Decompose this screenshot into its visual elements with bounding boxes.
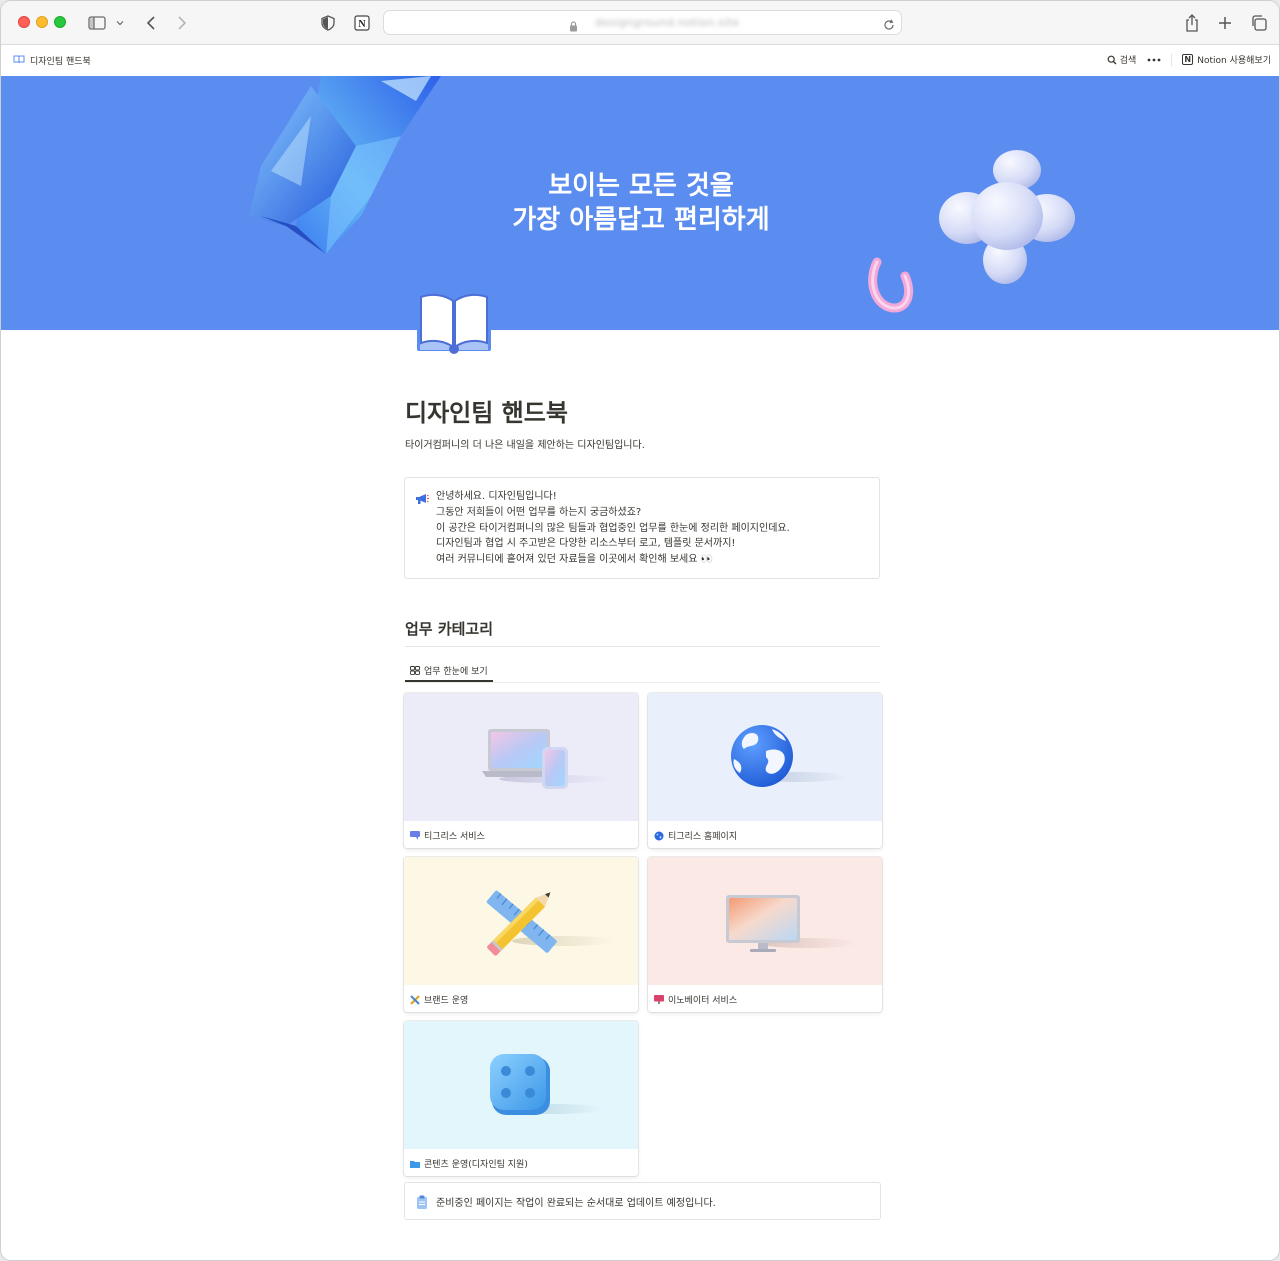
lock-icon: [569, 17, 578, 36]
topbar-actions: 검색 N Notion 사용해보기: [1107, 53, 1271, 66]
address-bar[interactable]: designground.notion.site: [383, 10, 902, 35]
globe-illustration: [731, 725, 848, 787]
search-button[interactable]: 검색: [1107, 53, 1137, 66]
divider: [405, 646, 880, 647]
search-label: 검색: [1119, 56, 1137, 66]
gallery-card-tigris-homepage[interactable]: 티그리스 홈페이지: [648, 693, 882, 848]
page-cover: 보이는 모든 것을 가장 아름답고 편리하게: [1, 76, 1279, 330]
callout-line: 디자인팀과 협업 시 주고받은 다양한 리소스부터 로고, 템플릿 문서까지!: [436, 538, 736, 550]
card-cover: [404, 1021, 638, 1149]
breadcrumb-label: 디자인팀 핸드북: [30, 57, 91, 67]
card-cover: [404, 693, 638, 821]
chevron-down-icon[interactable]: [114, 11, 126, 35]
monitor-illustration: [726, 895, 858, 952]
globe-icon: [654, 831, 664, 841]
cover-line-2: 가장 아름답고 편리하게: [512, 205, 770, 235]
pink-u-illustration: [868, 257, 913, 313]
callout-text: 안녕하세요. 디자인팀입니다! 그동안 저희들이 어떤 업무를 하는지 궁금하셨…: [436, 489, 790, 568]
search-icon: [1107, 55, 1117, 65]
card-label: 티그리스 홈페이지: [668, 832, 738, 842]
section-heading: 업무 카테고리: [405, 620, 494, 638]
browser-toolbar: N designground.notion.site: [1, 1, 1279, 45]
pencil-ruler-icon: [410, 994, 420, 1005]
card-cover: [404, 857, 638, 985]
tabs-overview-icon[interactable]: [1250, 11, 1268, 35]
gallery-card-innovator-service[interactable]: 이노베이터 서비스: [648, 857, 882, 1012]
gallery-icon: [410, 666, 420, 675]
share-icon[interactable]: [1183, 11, 1201, 35]
callout-line: 여러 커뮤니티에 흩어져 있던 자료들을 이곳에서 확인해 보세요 👀: [436, 554, 714, 566]
url-text: designground.notion.site: [595, 16, 740, 29]
card-title: 이노베이터 서비스: [654, 993, 737, 1006]
chat-icon: [410, 831, 420, 840]
sidebar-icon[interactable]: [87, 11, 107, 35]
laptop-phone-illustration: [482, 729, 609, 789]
page-title: 디자인팀 핸드북: [405, 399, 568, 427]
close-window-button[interactable]: [18, 16, 30, 28]
cover-line-1: 보이는 모든 것을: [548, 171, 734, 201]
notice-callout: 준비중인 페이지는 작업이 완료되는 순서대로 업데이트 예정입니다.: [404, 1182, 881, 1220]
pencil-ruler-illustration: [486, 890, 616, 956]
new-tab-icon[interactable]: [1216, 11, 1234, 35]
callout-line: 이 공간은 타이거컴퍼니의 많은 팀들과 협업중인 업무를 한눈에 정리한 페이…: [436, 522, 790, 534]
tab-gallery-view[interactable]: 업무 한눈에 보기: [405, 661, 493, 682]
open-book-icon[interactable]: [415, 291, 493, 355]
breadcrumb[interactable]: 디자인팀 핸드북: [13, 54, 91, 67]
card-label: 브랜드 운영: [424, 996, 469, 1006]
intro-callout: 안녕하세요. 디자인팀입니다! 그동안 저희들이 어떤 업무를 하는지 궁금하셨…: [404, 477, 880, 579]
clay-shape-illustration: [939, 150, 1075, 284]
card-label: 티그리스 서비스: [424, 832, 485, 842]
monitor-icon: [654, 995, 664, 1004]
notion-topbar: 디자인팀 핸드북 검색 N Notion 사용해보기: [1, 46, 1279, 76]
page-subtitle: 타이거컴퍼니의 더 나은 내일을 제안하는 디자인팀입니다.: [405, 440, 645, 451]
card-label: 콘텐츠 운영(디자인팀 지원): [424, 1160, 528, 1170]
folder-icon: [410, 1160, 420, 1168]
gallery-card-content-ops[interactable]: 콘텐츠 운영(디자인팀 지원): [404, 1021, 638, 1176]
try-notion-button[interactable]: N Notion 사용해보기: [1182, 53, 1271, 66]
divider: [1171, 53, 1173, 66]
try-notion-label: Notion 사용해보기: [1197, 56, 1271, 66]
browser-window: N designground.notion.site 디자인팀 핸드북 검색 N…: [0, 0, 1280, 1261]
glass-crystal-illustration: [249, 76, 441, 254]
card-title: 콘텐츠 운영(디자인팀 지원): [410, 1157, 528, 1170]
shield-icon[interactable]: [319, 11, 337, 35]
card-title: 티그리스 서비스: [410, 829, 485, 842]
clipboard-icon: [416, 1194, 428, 1213]
block-illustration: [490, 1054, 604, 1115]
notion-logo-icon: N: [1182, 54, 1194, 65]
card-cover: [648, 693, 882, 821]
minimize-window-button[interactable]: [36, 16, 48, 28]
svg-text:N: N: [358, 19, 366, 30]
divider: [405, 682, 880, 683]
gallery-card-brand[interactable]: 브랜드 운영: [404, 857, 638, 1012]
forward-icon[interactable]: [174, 11, 190, 35]
card-cover: [648, 857, 882, 985]
cover-headline: 보이는 모든 것을 가장 아름답고 편리하게: [441, 169, 841, 237]
ellipsis-icon[interactable]: [1147, 58, 1161, 62]
gallery-card-tigris-service[interactable]: 티그리스 서비스: [404, 693, 638, 848]
card-label: 이노베이터 서비스: [668, 996, 738, 1006]
card-title: 티그리스 홈페이지: [654, 829, 737, 842]
reload-icon[interactable]: [883, 16, 895, 35]
callout-line: 안녕하세요. 디자인팀입니다!: [436, 491, 557, 502]
open-book-icon: [13, 54, 25, 67]
zoom-window-button[interactable]: [54, 16, 66, 28]
notion-extension-icon[interactable]: N: [353, 11, 371, 35]
notice-text: 준비중인 페이지는 작업이 완료되는 순서대로 업데이트 예정입니다.: [436, 1198, 716, 1209]
callout-line: 그동안 저희들이 어떤 업무를 하는지 궁금하셨죠?: [436, 506, 642, 518]
card-title: 브랜드 운영: [410, 993, 468, 1006]
back-icon[interactable]: [143, 11, 159, 35]
megaphone-icon: [415, 490, 429, 509]
tab-label: 업무 한눈에 보기: [424, 667, 488, 677]
